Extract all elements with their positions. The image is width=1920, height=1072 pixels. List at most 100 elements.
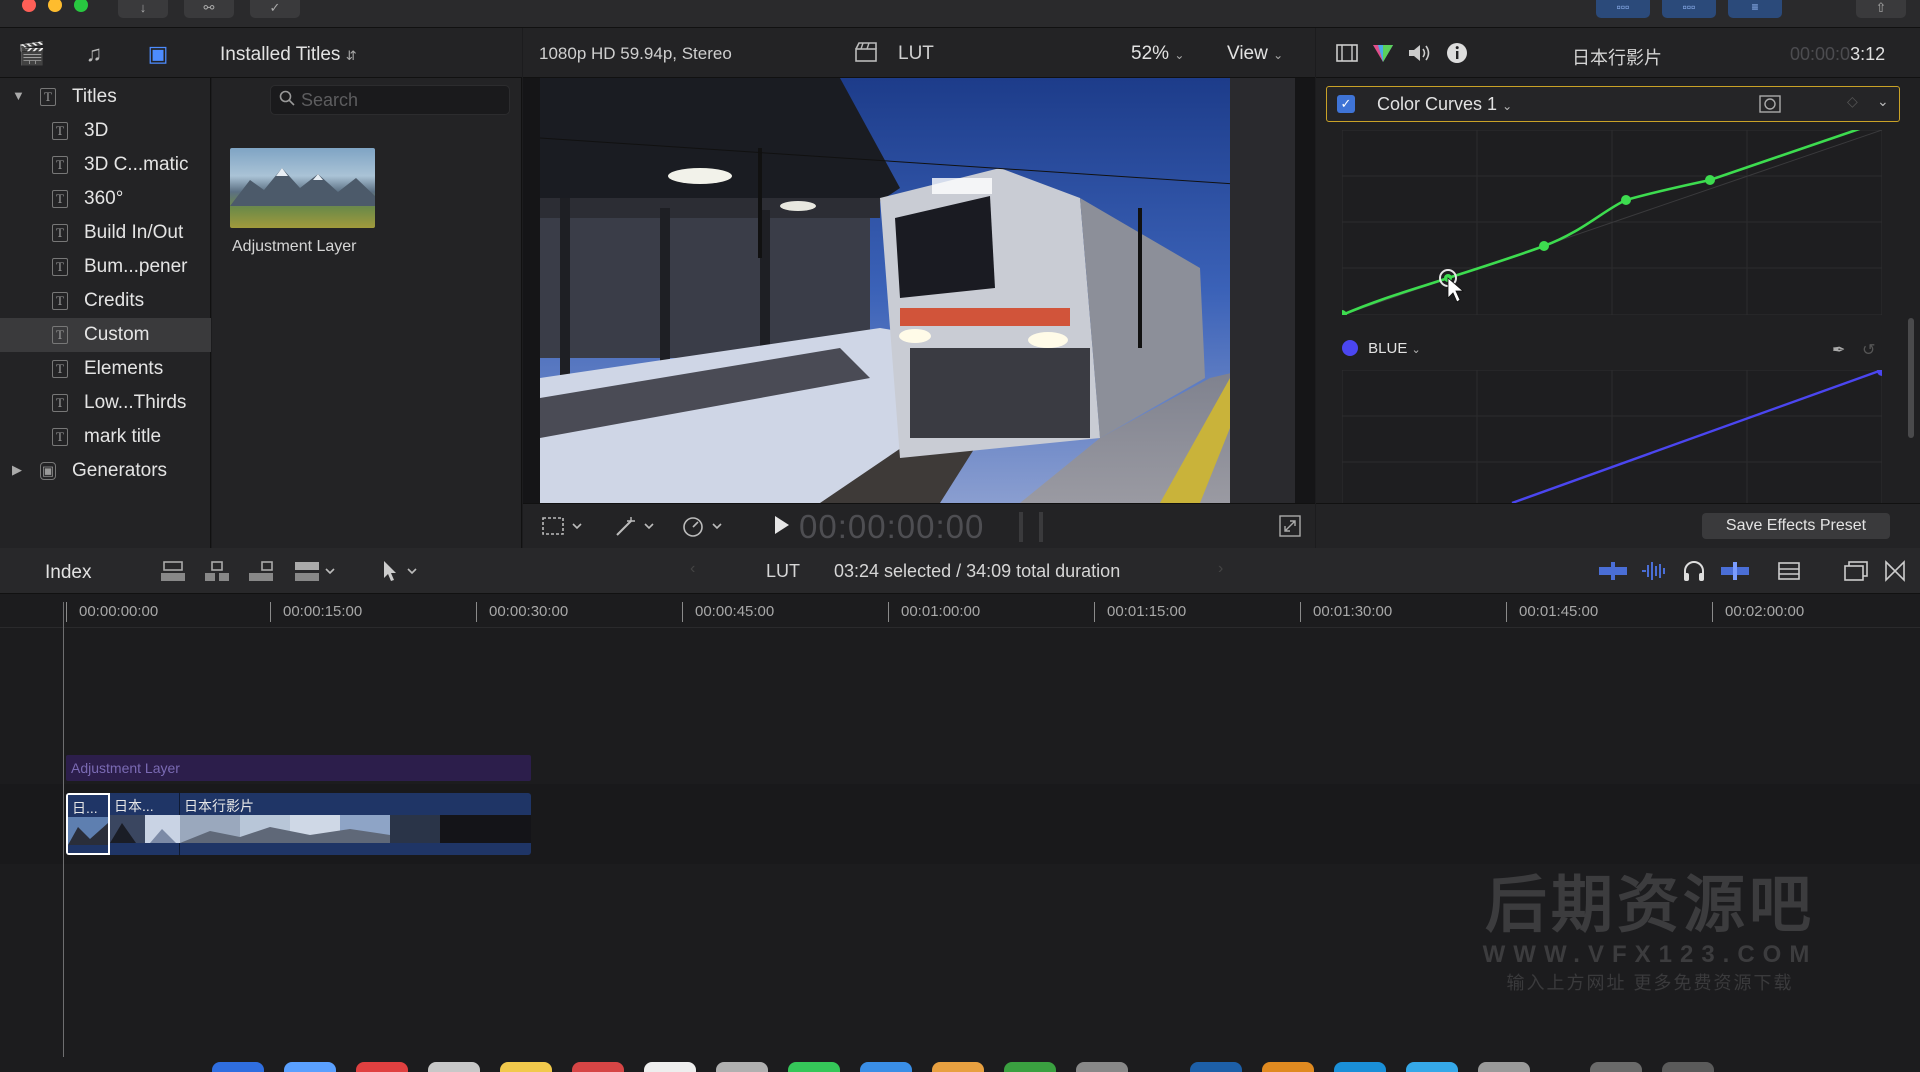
adjustment-layer-clip[interactable]: Adjustment Layer [66,755,531,781]
messages-dock-icon[interactable] [788,1062,840,1072]
app-dock-icon[interactable] [1406,1062,1458,1072]
app-dock-icon[interactable] [860,1062,912,1072]
snapping-icon[interactable] [1720,560,1750,582]
app-dock-icon[interactable] [716,1062,768,1072]
browser-title[interactable]: Installed Titles ⇵ [220,44,357,66]
show-timeline-icon[interactable]: ▫▫▫ [1662,0,1716,18]
fullscreen-icon[interactable] [1279,515,1301,537]
sidebar-item-elements[interactable]: T Elements [0,352,211,386]
keywords-icon[interactable]: ⚯ [184,0,234,18]
enhance-magic-wand-icon[interactable] [613,515,657,537]
app-dock-icon[interactable] [572,1062,624,1072]
timeline-clip[interactable]: 日本行影片 [180,793,531,855]
sidebar-item-bumper-opener[interactable]: T Bum...pener [0,250,211,284]
overwrite-clip-icon[interactable] [294,560,340,582]
sidebar-item-generators[interactable]: ▶ ▣ Generators [0,454,211,488]
color-inspector-icon[interactable] [1372,43,1394,63]
sidebar-item-credits[interactable]: T Credits [0,284,211,318]
video-frame[interactable] [540,78,1295,503]
show-inspector-icon[interactable]: ≡ [1728,0,1782,18]
reset-icon[interactable]: ↺ [1862,340,1875,360]
import-icon[interactable]: ↓ [118,0,168,18]
clapper-icon[interactable] [855,42,877,62]
disclosure-open-icon[interactable]: ▼ [12,88,25,103]
libraries-icon[interactable]: 🎬 [18,40,46,68]
sidebar-item-titles[interactable]: ▼ T Titles [0,80,211,114]
sidebar-item-build-in-out[interactable]: T Build In/Out [0,216,211,250]
app-dock-icon[interactable] [1334,1062,1386,1072]
close-window-button[interactable] [22,0,36,12]
sidebar-item-3d-cinematic[interactable]: T 3D C...matic [0,148,211,182]
play-icon[interactable] [775,516,789,534]
forward-arrow-icon[interactable]: › [1218,560,1223,578]
timeline-ruler[interactable]: 00:00:00:00 00:00:15:00 00:00:30:00 00:0… [0,594,1920,628]
eyedropper-icon[interactable]: ✒ [1832,340,1845,360]
trash-dock-icon[interactable] [1662,1062,1714,1072]
zoom-dropdown[interactable]: 52% ⌄ [1131,43,1184,65]
audio-inspector-icon[interactable] [1408,43,1432,63]
effects-browser-icon[interactable] [1844,560,1868,582]
transform-icon[interactable] [541,515,585,537]
app-dock-icon[interactable] [1590,1062,1642,1072]
sidebar-item-custom[interactable]: T Custom [0,318,211,352]
chevron-down-icon[interactable]: ⌄ [1877,93,1889,110]
adjustment-layer-thumbnail[interactable] [230,148,375,228]
sidebar-item-360[interactable]: T 360° [0,182,211,216]
sidebar-item-mark-title[interactable]: T mark title [0,420,211,454]
app-dock-icon[interactable] [1262,1062,1314,1072]
share-icon[interactable]: ⇧ [1856,0,1906,18]
channel-dropdown[interactable]: BLUE ⌄ [1342,340,1421,362]
safari-dock-icon[interactable] [284,1062,336,1072]
background-tasks-icon[interactable]: ✓ [250,0,300,18]
effect-enable-checkbox[interactable]: ✓ [1337,95,1355,113]
app-dock-icon[interactable] [932,1062,984,1072]
connect-clip-icon[interactable] [160,560,186,582]
effect-header[interactable]: ✓ Color Curves 1 ⌄ ◇ ⌄ [1326,86,1900,122]
photos-audio-icon[interactable]: ♫ [80,40,108,68]
sidebar-item-3d[interactable]: T 3D [0,114,211,148]
sidebar-item-lower-thirds[interactable]: T Low...Thirds [0,386,211,420]
app-dock-icon[interactable] [1478,1062,1530,1072]
green-curve-graph[interactable] [1342,130,1882,315]
transitions-browser-icon[interactable] [1884,560,1906,582]
append-clip-icon[interactable] [248,560,274,582]
save-effects-preset-button[interactable]: Save Effects Preset [1702,513,1890,539]
keyframe-icon[interactable]: ◇ [1847,93,1858,110]
app-dock-icon[interactable] [644,1062,696,1072]
search-input[interactable] [301,89,501,111]
back-arrow-icon[interactable]: ‹ [690,560,695,578]
playhead[interactable] [63,602,64,1057]
notes-dock-icon[interactable] [500,1062,552,1072]
app-dock-icon[interactable] [428,1062,480,1072]
blue-curve-graph[interactable] [1342,370,1882,503]
view-dropdown[interactable]: View ⌄ [1227,43,1283,65]
viewer-timecode[interactable]: 00:00:00:00 [799,508,984,546]
select-tool-icon[interactable] [380,560,424,582]
audio-skimming-icon[interactable] [1640,560,1670,582]
app-dock-icon[interactable] [1190,1062,1242,1072]
app-dock-icon[interactable] [356,1062,408,1072]
disclosure-closed-icon[interactable]: ▶ [12,462,22,478]
inspector-scrollbar[interactable] [1908,318,1914,438]
search-field[interactable] [270,85,510,115]
insert-clip-icon[interactable] [204,560,230,582]
video-skimming-icon[interactable] [1598,560,1628,582]
effect-dropdown[interactable]: Color Curves 1 ⌄ [1377,94,1512,115]
finder-dock-icon[interactable] [212,1062,264,1072]
titles-generators-icon[interactable]: ▣ [144,40,172,68]
retime-speed-icon[interactable] [681,515,725,537]
info-inspector-icon[interactable] [1446,42,1468,64]
app-dock-icon[interactable] [1004,1062,1056,1072]
zoom-window-button[interactable] [74,0,88,12]
minimize-window-button[interactable] [48,0,62,12]
timeline-clip[interactable]: 日本... [110,793,180,855]
app-dock-icon[interactable] [1076,1062,1128,1072]
timeline-clip[interactable]: 日... [66,793,110,855]
index-button[interactable]: Index [45,562,91,584]
clip-appearance-icon[interactable] [1778,560,1800,582]
headphones-icon[interactable] [1682,560,1706,582]
video-inspector-icon[interactable] [1336,44,1358,62]
adjustment-layer-label[interactable]: Adjustment Layer [232,238,357,256]
mask-icon[interactable] [1759,95,1781,113]
show-browser-icon[interactable]: ▫▫▫ [1596,0,1650,18]
